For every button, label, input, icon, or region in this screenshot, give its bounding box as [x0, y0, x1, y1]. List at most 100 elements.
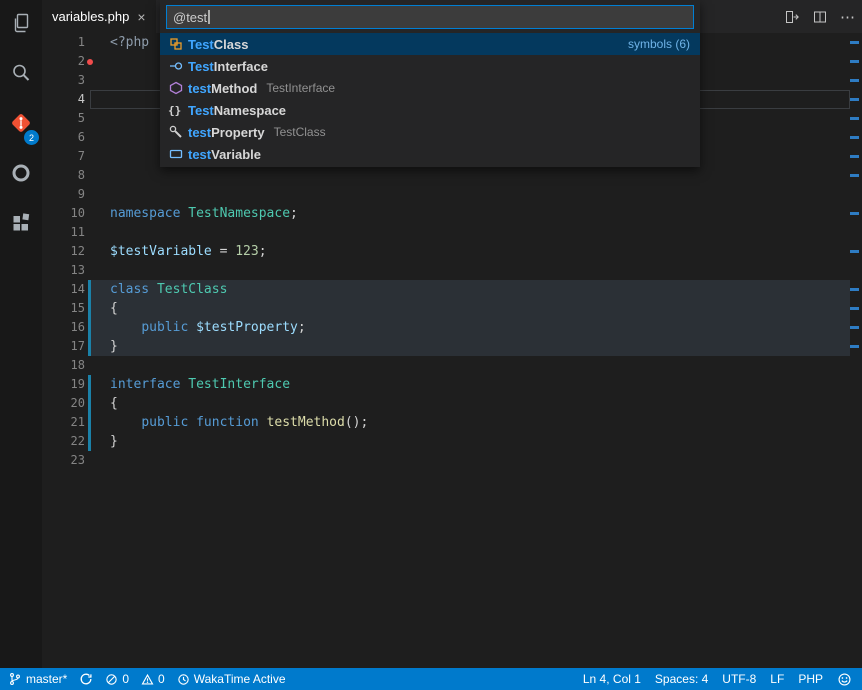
branch-icon	[8, 672, 22, 686]
code-line[interactable]: 15{	[42, 299, 848, 318]
tab-variables-php[interactable]: variables.php ×	[42, 0, 156, 33]
code-text: {	[110, 394, 118, 413]
code-line[interactable]: 21 public function testMethod();	[42, 413, 848, 432]
code-text: public function testMethod();	[110, 413, 368, 432]
code-line[interactable]: 23	[42, 451, 848, 470]
status-item-ln-4-col-1[interactable]: Ln 4, Col 1	[583, 672, 641, 686]
symbols-count-badge: symbols (6)	[628, 37, 690, 51]
quick-open-list: TestClasssymbols (6)TestInterfacetestMet…	[160, 33, 700, 165]
quick-open-widget: @test TestClasssymbols (6)TestInterfacet…	[160, 0, 700, 167]
code-line[interactable]: 14 class TestClass	[42, 280, 848, 299]
line-number: 14	[42, 280, 85, 299]
quick-open-item[interactable]: TestClass symbols (6)	[160, 33, 700, 55]
line-number: 18	[42, 356, 85, 375]
debug-icon	[9, 161, 33, 190]
symbol-name: TestInterface	[188, 59, 268, 74]
overview-mark	[850, 174, 859, 177]
status-item-master[interactable]: master*	[8, 672, 67, 686]
split-editor-icon[interactable]	[812, 9, 828, 25]
explorer-button[interactable]	[0, 0, 42, 50]
status-item-0[interactable]: 0	[141, 672, 165, 686]
line-number: 1	[42, 33, 85, 52]
code-text: }	[110, 337, 118, 356]
debug-button[interactable]	[0, 150, 42, 200]
overview-mark	[850, 41, 859, 44]
status-label: Spaces: 4	[655, 672, 708, 686]
line-number: 13	[42, 261, 85, 280]
code-text: <?php	[110, 33, 149, 52]
quick-open-input[interactable]: @test	[166, 5, 694, 29]
overview-mark	[850, 136, 859, 139]
quick-open-item[interactable]: testMethodTestInterface	[160, 77, 700, 99]
code-line[interactable]: 11	[42, 223, 848, 242]
code-line[interactable]: 12$testVariable = 123;	[42, 242, 848, 261]
status-item-lf[interactable]: LF	[770, 672, 784, 686]
overview-mark	[850, 98, 859, 101]
overview-mark	[850, 79, 859, 82]
more-actions-icon[interactable]: ⋯	[840, 8, 856, 26]
close-icon[interactable]: ×	[137, 10, 145, 24]
extensions-icon	[9, 211, 33, 240]
tab-label: variables.php	[52, 9, 129, 24]
overview-mark	[850, 307, 859, 310]
git-gutter-indicator	[88, 375, 91, 451]
text-caret	[208, 10, 210, 24]
quick-open-item[interactable]: {}TestNamespace	[160, 99, 700, 121]
code-line[interactable]: 9	[42, 185, 848, 204]
code-text: class TestClass	[110, 280, 227, 299]
code-line[interactable]: 8	[42, 166, 848, 185]
line-number: 22	[42, 432, 85, 451]
status-label: PHP	[798, 672, 823, 686]
search-button[interactable]	[0, 50, 42, 100]
sync-icon	[79, 672, 93, 686]
status-item[interactable]	[837, 672, 852, 687]
status-item-utf-8[interactable]: UTF-8	[722, 672, 756, 686]
symbol-detail: TestInterface	[266, 81, 335, 95]
line-number: 8	[42, 166, 85, 185]
code-line[interactable]: 16 public $testProperty;	[42, 318, 848, 337]
status-item[interactable]	[79, 672, 93, 686]
code-text: {	[110, 299, 118, 318]
line-number: 16	[42, 318, 85, 337]
source-control-button[interactable]: 2	[0, 100, 42, 150]
code-line[interactable]: 13	[42, 261, 848, 280]
code-line[interactable]: 10namespace TestNamespace;	[42, 204, 848, 223]
open-changes-icon[interactable]	[784, 9, 800, 25]
code-text: interface TestInterface	[110, 375, 290, 394]
overview-mark	[850, 250, 859, 253]
status-label: UTF-8	[722, 672, 756, 686]
line-number: 2	[42, 52, 85, 71]
code-line[interactable]: 18	[42, 356, 848, 375]
code-line[interactable]: 20{	[42, 394, 848, 413]
code-line[interactable]: 22}	[42, 432, 848, 451]
git-gutter-indicator	[88, 280, 91, 356]
quick-open-item[interactable]: testVariable	[160, 143, 700, 165]
status-item-wakatime-active[interactable]: WakaTime Active	[177, 672, 286, 686]
status-item-php[interactable]: PHP	[798, 672, 823, 686]
symbol-name: TestClass	[188, 37, 248, 52]
line-number: 6	[42, 128, 85, 147]
namespace-icon: {}	[168, 104, 188, 117]
status-bar: master* 00 WakaTime Active Ln 4, Col 1 Spac…	[0, 668, 862, 690]
status-item-spaces-4[interactable]: Spaces: 4	[655, 672, 708, 686]
error-marker	[87, 59, 93, 65]
status-item-0[interactable]: 0	[105, 672, 129, 686]
symbol-name: TestNamespace	[188, 103, 286, 118]
extensions-button[interactable]	[0, 200, 42, 250]
symbol-detail: TestClass	[274, 125, 326, 139]
quick-open-item[interactable]: testPropertyTestClass	[160, 121, 700, 143]
search-icon	[9, 61, 33, 90]
overview-mark	[850, 326, 859, 329]
line-number: 5	[42, 109, 85, 128]
quick-open-item[interactable]: TestInterface	[160, 55, 700, 77]
code-line[interactable]: 19interface TestInterface	[42, 375, 848, 394]
overview-ruler[interactable]	[848, 33, 862, 668]
quick-open-query: @test	[173, 10, 207, 25]
line-number: 7	[42, 147, 85, 166]
overview-mark	[850, 288, 859, 291]
code-text: $testVariable = 123;	[110, 242, 267, 261]
symbol-name: testVariable	[188, 147, 261, 162]
code-line[interactable]: 17}	[42, 337, 848, 356]
method-icon	[168, 80, 188, 96]
status-label: Ln 4, Col 1	[583, 672, 641, 686]
